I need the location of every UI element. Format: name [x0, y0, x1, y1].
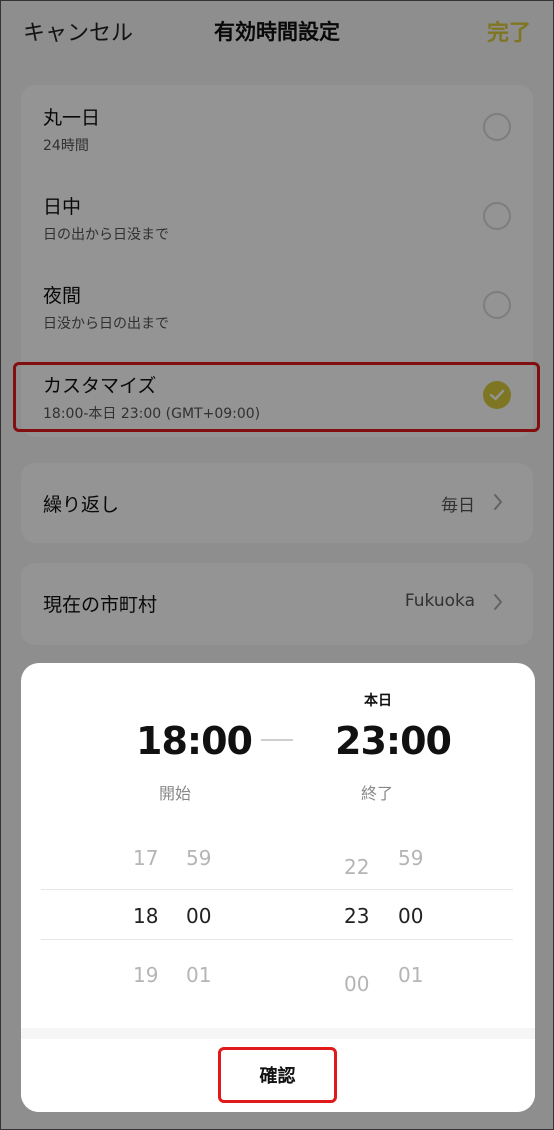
start-minute-item[interactable]: 01: [186, 963, 211, 987]
start-time-display[interactable]: 18:00: [136, 719, 253, 763]
start-label: 開始: [159, 784, 192, 803]
wheel-bottom-divider: [41, 939, 513, 940]
end-day-label: 本日: [364, 693, 392, 709]
screen-frame: キャンセル 有効時間設定 完了 丸一日 24時間 日中 日の出から日没まで 夜間…: [0, 0, 554, 1130]
end-minute-selected[interactable]: 00: [398, 904, 423, 928]
start-minute-selected[interactable]: 00: [186, 904, 211, 928]
end-label: 終了: [361, 784, 394, 803]
range-dash: [261, 739, 293, 741]
end-minute-item[interactable]: 01: [398, 963, 423, 987]
time-picker-sheet: 本日 18:00 23:00 開始 終了 17 18 19 59 00 01 2…: [21, 663, 535, 1112]
start-hour-item[interactable]: 17: [133, 846, 158, 870]
end-hour-selected[interactable]: 23: [344, 904, 369, 928]
wheel-top-divider: [41, 889, 513, 890]
start-hour-selected[interactable]: 18: [133, 904, 158, 928]
end-time-display[interactable]: 23:00: [335, 719, 452, 763]
start-minute-item[interactable]: 59: [186, 846, 211, 870]
end-hour-item[interactable]: 00: [344, 972, 369, 996]
confirm-button[interactable]: 確認: [218, 1047, 337, 1103]
start-hour-item[interactable]: 19: [133, 963, 158, 987]
end-minute-item[interactable]: 59: [398, 846, 423, 870]
end-hour-item[interactable]: 22: [344, 855, 369, 879]
